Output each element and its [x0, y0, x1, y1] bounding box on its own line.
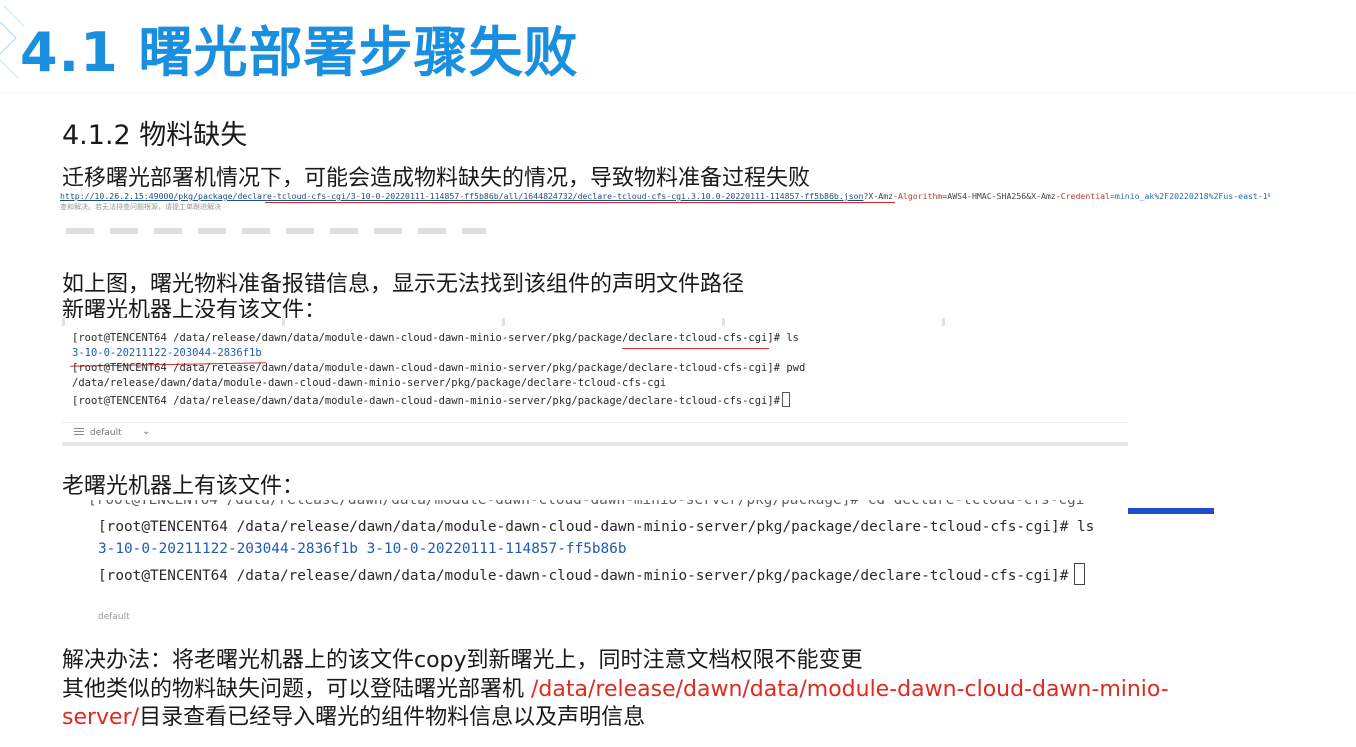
blurred-text — [66, 228, 486, 234]
terminal-line-cut: [root@TENCENT64 /data/release/dawn/data/… — [88, 500, 1085, 508]
other-issues-text-cont: server/目录查看已经导入曙光的组件物料信息以及声明信息 — [62, 705, 646, 730]
terminal-line: [root@TENCENT64 /data/release/dawn/data/… — [72, 332, 799, 344]
chevron-down-icon[interactable]: ⌄ — [142, 426, 150, 437]
solution-text: 解决办法：将老曙光机器上的该文件copy到新曙光上，同时注意文档权限不能变更 — [62, 648, 863, 673]
page-title: 4.1 曙光部署步骤失败 — [20, 21, 579, 84]
terminal-new-machine: [root@TENCENT64 /data/release/dawn/data/… — [62, 318, 1128, 446]
old-machine-label: 老曙光机器上有该文件： — [62, 474, 305, 499]
profile-menu[interactable]: default — [74, 428, 122, 438]
section-heading: 4.1.2 物料缺失 — [62, 120, 248, 151]
terminal-line: [root@TENCENT64 /data/release/dawn/data/… — [98, 519, 1095, 535]
red-underline — [622, 348, 769, 349]
error-url-screenshot: http://10.26.2.15:49000/pkg/package/decl… — [60, 190, 1270, 246]
terminal-line: [root@TENCENT64 /data/release/dawn/data/… — [72, 362, 806, 374]
url-red-underline — [265, 202, 895, 203]
intro-text: 迁移曙光部署机情况下，可能会造成物料缺失的情况，导致物料准备过程失败 — [62, 166, 811, 191]
title-divider — [0, 92, 1356, 93]
profile-menu[interactable]: default — [98, 612, 130, 622]
terminal-bottom-bar — [62, 442, 1128, 446]
terminal-line: 3-10-0-20211122-203044-2836f1b 3-10-0-20… — [98, 541, 627, 557]
terminal-line: 3-10-0-20211122-203044-2836f1b — [72, 347, 262, 359]
menu-icon — [74, 428, 84, 435]
terminal-cursor — [782, 392, 791, 407]
terminal-line: [root@TENCENT64 /data/release/dawn/data/… — [98, 563, 1086, 585]
terminal-line: /data/release/dawn/data/module-dawn-clou… — [72, 377, 667, 389]
error-hint-text: 查和解决。若无法排查问题根源，请提工单跟进解决 — [60, 203, 221, 211]
highlight-path: server/ — [62, 705, 140, 730]
terminal-cursor — [1074, 563, 1086, 585]
terminal-old-machine: [root@TENCENT64 /data/release/dawn/data/… — [88, 500, 1218, 622]
error-url: http://10.26.2.15:49000/pkg/package/decl… — [60, 191, 1270, 201]
selection-highlight — [1128, 508, 1214, 514]
terminal-line: [root@TENCENT64 /data/release/dawn/data/… — [72, 392, 791, 407]
